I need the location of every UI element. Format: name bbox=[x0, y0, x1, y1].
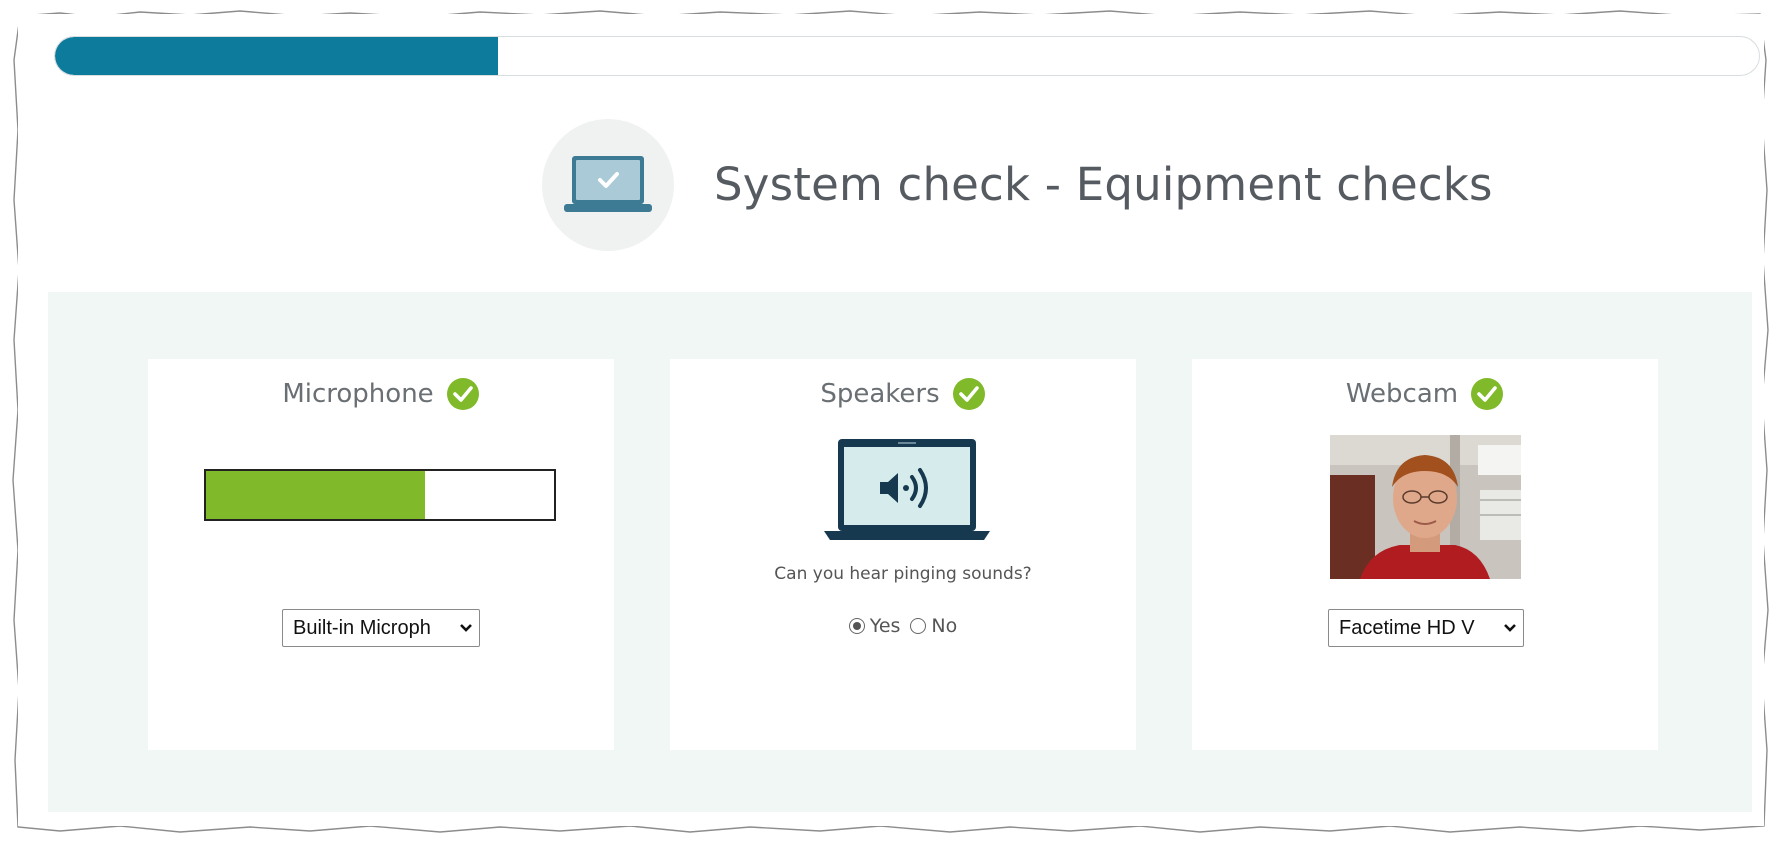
speakers-radio-group: Yes No bbox=[670, 615, 1136, 637]
radio-no[interactable]: No bbox=[910, 615, 957, 637]
microphone-level-meter bbox=[204, 469, 556, 521]
speakers-card: Speakers Can you hear pinging sounds? Ye… bbox=[670, 359, 1136, 750]
speakers-title: Speakers bbox=[670, 377, 1136, 411]
microphone-card: Microphone Built-in Microph bbox=[148, 359, 614, 750]
webcam-preview-image bbox=[1330, 435, 1521, 579]
microphone-level-fill bbox=[206, 471, 426, 519]
webcam-card: Webcam Facetime HD V bbox=[1192, 359, 1658, 750]
radio-yes[interactable]: Yes bbox=[848, 615, 901, 637]
radio-no-label: No bbox=[931, 615, 958, 637]
equipment-panel: Microphone Built-in Microph Speakers Can… bbox=[48, 292, 1752, 812]
check-circle-icon bbox=[446, 378, 479, 410]
webcam-title: Webcam bbox=[1192, 377, 1658, 411]
radio-yes-label: Yes bbox=[869, 615, 901, 637]
microphone-title: Microphone bbox=[148, 377, 614, 411]
microphone-label: Microphone bbox=[282, 379, 434, 409]
speakers-label: Speakers bbox=[820, 379, 940, 409]
laptop-check-icon bbox=[542, 118, 674, 251]
radio-no-circle[interactable] bbox=[910, 618, 927, 634]
webcam-device-select[interactable]: Facetime HD V bbox=[1328, 609, 1524, 647]
webcam-label: Webcam bbox=[1345, 379, 1459, 409]
progress-bar-fill bbox=[55, 37, 499, 75]
laptop-speaker-icon bbox=[824, 439, 990, 540]
chevron-down-icon bbox=[459, 620, 473, 636]
page-title: System check - Equipment checks bbox=[714, 158, 1493, 211]
progress-bar bbox=[54, 36, 1760, 76]
microphone-device-select[interactable]: Built-in Microph bbox=[282, 609, 480, 647]
page-header: System check - Equipment checks bbox=[542, 117, 1493, 252]
speakers-question: Can you hear pinging sounds? bbox=[774, 564, 1032, 584]
chevron-down-icon bbox=[1503, 620, 1517, 636]
radio-yes-circle[interactable] bbox=[848, 618, 865, 634]
check-circle-icon bbox=[1471, 378, 1504, 410]
check-circle-icon bbox=[952, 378, 985, 410]
webcam-device-value: Facetime HD V bbox=[1339, 616, 1475, 639]
system-check-page: System check - Equipment checks Micropho… bbox=[18, 14, 1764, 826]
microphone-device-value: Built-in Microph bbox=[293, 616, 431, 639]
